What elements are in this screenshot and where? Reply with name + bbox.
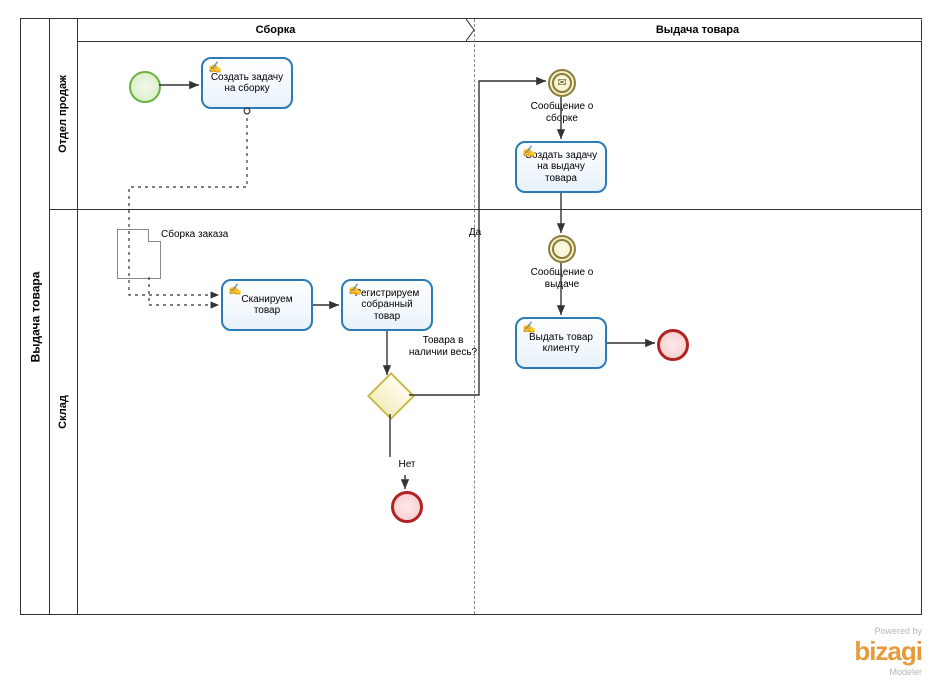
gateway-no-label: Нет bbox=[395, 459, 419, 471]
task-issue-client[interactable]: ✍ Выдать товар клиенту bbox=[515, 317, 607, 369]
task-create-assembly[interactable]: ✍ Создать задачу на сборку bbox=[201, 57, 293, 109]
bizagi-logo: Powered by bizagi Modeler bbox=[854, 626, 922, 677]
task-issue-client-label: Выдать товар клиенту bbox=[523, 332, 599, 355]
gateway-yes-label: Да bbox=[463, 227, 487, 239]
brand-sub: Modeler bbox=[854, 667, 922, 677]
start-event[interactable] bbox=[129, 71, 161, 103]
event-msg-issue[interactable] bbox=[548, 235, 576, 263]
manual-task-icon: ✍ bbox=[522, 146, 536, 159]
manual-task-icon: ✍ bbox=[228, 284, 242, 297]
powered-by-label: Powered by bbox=[854, 626, 922, 636]
gateway-stock-label: Товара в наличии весь? bbox=[407, 335, 479, 358]
task-create-assembly-label: Создать задачу на сборку bbox=[209, 72, 285, 95]
lane-divider bbox=[49, 209, 921, 210]
task-create-issue[interactable]: ✍ Создать задачу на выдачу товара bbox=[515, 141, 607, 193]
phase-issue: Выдача товара bbox=[474, 19, 921, 41]
data-object-order[interactable] bbox=[117, 229, 161, 279]
phase-assembly-label: Сборка bbox=[256, 24, 296, 36]
event-msg-assembled[interactable]: ✉ bbox=[548, 69, 576, 97]
end-event-no-stock[interactable] bbox=[391, 491, 423, 523]
data-object-order-label: Сборка заказа bbox=[161, 229, 251, 241]
pool-title: Выдача товара bbox=[21, 19, 50, 614]
task-scan[interactable]: ✍ Сканируем товар bbox=[221, 279, 313, 331]
manual-task-icon: ✍ bbox=[208, 62, 222, 75]
gateway-stock[interactable] bbox=[367, 372, 415, 420]
phase-issue-label: Выдача товара bbox=[656, 24, 739, 36]
message-icon: ✉ bbox=[557, 78, 566, 89]
manual-task-icon: ✍ bbox=[522, 322, 536, 335]
lane-sales-title: Отдел продаж bbox=[49, 19, 78, 209]
phase-divider bbox=[474, 19, 475, 614]
task-scan-label: Сканируем товар bbox=[229, 294, 305, 317]
pool-title-label: Выдача товара bbox=[28, 271, 42, 362]
lane-warehouse-title: Склад bbox=[49, 209, 78, 614]
bpmn-pool: Выдача товара Отдел продаж Склад Сборка … bbox=[20, 18, 922, 615]
phase-assembly: Сборка bbox=[77, 19, 474, 41]
event-msg-issue-label: Сообщение о выдаче bbox=[519, 267, 605, 290]
event-msg-assembled-label: Сообщение о сборке bbox=[519, 101, 605, 124]
lane-sales-label: Отдел продаж bbox=[57, 75, 69, 153]
brand-name: bizagi bbox=[854, 636, 922, 667]
manual-task-icon: ✍ bbox=[348, 284, 362, 297]
task-register[interactable]: ✍ Регистрируем собранный товар bbox=[341, 279, 433, 331]
lane-warehouse-label: Склад bbox=[57, 395, 69, 429]
end-event-done[interactable] bbox=[657, 329, 689, 361]
sequence-flows bbox=[21, 19, 921, 614]
